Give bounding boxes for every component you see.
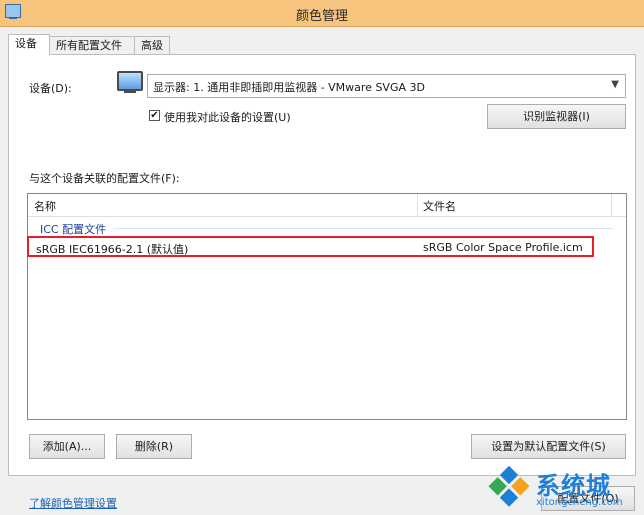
tab-strip: 设备 所有配置文件 高级 (8, 34, 636, 55)
brand-logo-icon (488, 466, 530, 508)
tab-advanced[interactable]: 高级 (134, 36, 170, 54)
device-label: 设备(D): (29, 82, 72, 95)
chevron-down-icon: ▼ (611, 79, 619, 90)
column-header-filename[interactable]: 文件名 (423, 198, 456, 214)
list-header: 名称 文件名 (28, 194, 626, 217)
group-divider (113, 228, 613, 229)
profiles-list[interactable]: 名称 文件名 ICC 配置文件 sRGB IEC61966-2.1 (默认值) … (27, 193, 627, 420)
column-divider (417, 194, 418, 216)
learn-color-settings-link[interactable]: 了解颜色管理设置 (29, 495, 117, 511)
set-default-profile-button[interactable]: 设置为默认配置文件(S) (471, 434, 626, 459)
use-my-settings-label: 使用我对此设备的设置(U) (164, 111, 291, 124)
tab-devices[interactable]: 设备 (8, 34, 50, 55)
watermark-url: xitongcheng.com (536, 497, 623, 508)
use-my-settings-checkbox[interactable]: ✔ (149, 110, 160, 121)
device-select-value: 显示器: 1. 通用非即插即用监视器 - VMware SVGA 3D (153, 81, 425, 94)
watermark: 系统城 xitongcheng.com (488, 466, 644, 515)
column-header-name[interactable]: 名称 (34, 198, 56, 214)
group-header-icc: ICC 配置文件 (40, 223, 107, 236)
remove-button[interactable]: 删除(R) (116, 434, 192, 459)
monitor-icon (117, 71, 143, 93)
tab-all-profiles[interactable]: 所有配置文件 (49, 36, 135, 54)
title-bar: 颜色管理 (0, 0, 644, 27)
watermark-brand: 系统城 (536, 472, 611, 500)
column-divider (611, 194, 612, 216)
profiles-section-label: 与这个设备关联的配置文件(F): (29, 172, 180, 185)
identify-monitors-button[interactable]: 识别监视器(I) (487, 104, 626, 129)
highlight-box (27, 236, 594, 257)
add-button[interactable]: 添加(A)... (29, 434, 105, 459)
device-select[interactable]: 显示器: 1. 通用非即插即用监视器 - VMware SVGA 3D ▼ (147, 74, 626, 98)
window-title: 颜色管理 (295, 9, 348, 24)
